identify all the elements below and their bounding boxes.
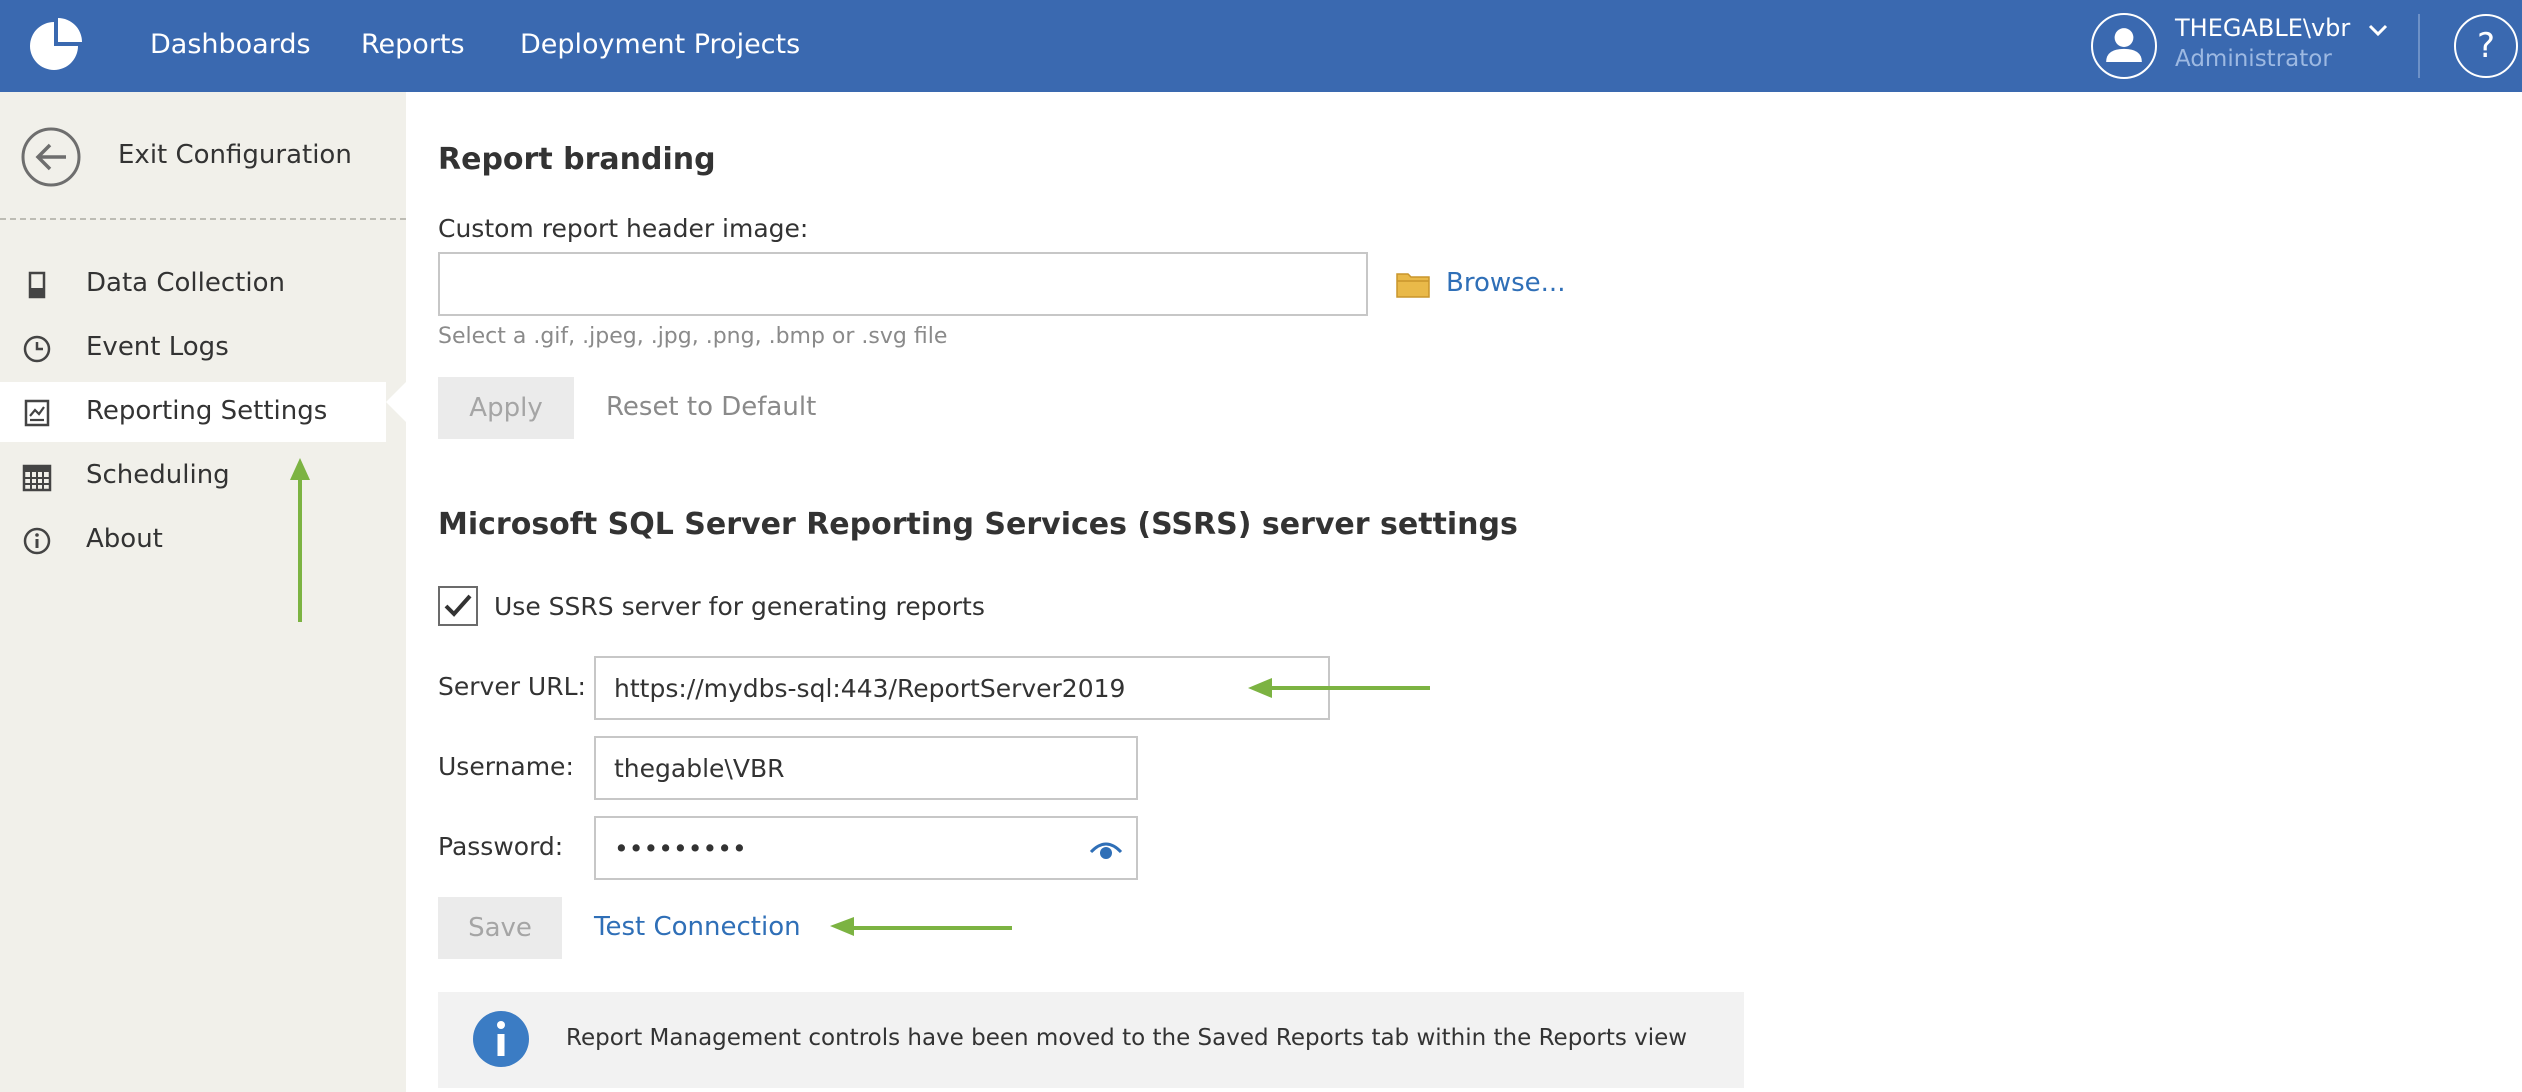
sidebar-item-reporting-settings[interactable]: Reporting Settings: [0, 382, 386, 442]
info-banner: Report Management controls have been mov…: [438, 992, 1744, 1088]
test-connection-link[interactable]: Test Connection: [594, 912, 801, 942]
sidebar-item-data-collection[interactable]: Data Collection: [0, 254, 406, 314]
clock-icon: [23, 335, 51, 363]
sidebar-item-scheduling[interactable]: Scheduling: [0, 446, 406, 506]
sidebar-item-label: About: [86, 524, 163, 554]
apply-button[interactable]: Apply: [438, 377, 574, 439]
file-type-hint: Select a .gif, .jpeg, .jpg, .png, .bmp o…: [438, 324, 948, 349]
help-button[interactable]: ?: [2454, 14, 2518, 78]
exit-configuration-button[interactable]: Exit Configuration: [0, 92, 406, 218]
header-image-label: Custom report header image:: [438, 214, 809, 243]
chevron-down-icon[interactable]: [2366, 18, 2390, 42]
use-ssrs-checkbox[interactable]: [438, 586, 478, 626]
user-name[interactable]: THEGABLE\vbr: [2175, 14, 2350, 42]
pie-chart-icon[interactable]: [24, 16, 84, 76]
sidebar: Exit Configuration Data Collection Event…: [0, 92, 408, 1092]
save-button[interactable]: Save: [438, 897, 562, 959]
active-item-pointer: [386, 380, 408, 424]
sidebar-item-label: Reporting Settings: [86, 396, 328, 426]
info-icon: [23, 527, 51, 555]
sidebar-item-label: Data Collection: [86, 268, 285, 298]
sidebar-item-label: Scheduling: [86, 460, 230, 490]
sidebar-item-event-logs[interactable]: Event Logs: [0, 318, 406, 378]
annotation-arrow: [290, 458, 310, 622]
annotation-arrow: [830, 917, 1012, 936]
nav-dashboards[interactable]: Dashboards: [150, 0, 311, 92]
show-password-icon[interactable]: [1088, 834, 1124, 864]
top-bar: Dashboards Reports Deployment Projects T…: [0, 0, 2522, 92]
info-icon: [473, 1011, 529, 1067]
header-divider: [2418, 14, 2420, 78]
server-icon: [28, 271, 46, 299]
nav-deployment-projects[interactable]: Deployment Projects: [520, 0, 800, 92]
chart-icon: [24, 399, 50, 427]
browse-link[interactable]: Browse...: [1446, 268, 1565, 298]
password-input[interactable]: [594, 816, 1138, 880]
sidebar-item-about[interactable]: About: [0, 510, 406, 570]
annotation-arrow: [1248, 678, 1430, 698]
nav-reports[interactable]: Reports: [361, 0, 465, 92]
back-arrow-icon: [21, 127, 81, 187]
header-image-input[interactable]: [438, 252, 1368, 316]
server-url-input[interactable]: [594, 656, 1330, 720]
sidebar-divider: [0, 218, 406, 220]
info-message: Report Management controls have been mov…: [566, 1025, 1688, 1051]
ssrs-settings-title: Microsoft SQL Server Reporting Services …: [438, 507, 1518, 542]
checkmark-icon: [444, 594, 472, 617]
username-label: Username:: [438, 752, 574, 781]
server-url-label: Server URL:: [438, 672, 586, 701]
folder-icon[interactable]: [1396, 270, 1430, 298]
exit-configuration-label: Exit Configuration: [118, 140, 352, 170]
password-label: Password:: [438, 832, 564, 861]
use-ssrs-label: Use SSRS server for generating reports: [494, 592, 985, 621]
username-input[interactable]: [594, 736, 1138, 800]
sidebar-item-label: Event Logs: [86, 332, 229, 362]
user-role: Administrator: [2175, 46, 2332, 72]
user-icon[interactable]: [2091, 13, 2157, 79]
main-content: Report branding Custom report header ima…: [406, 92, 2522, 1092]
reset-to-default-link[interactable]: Reset to Default: [606, 392, 816, 422]
calendar-icon: [22, 464, 52, 492]
report-branding-title: Report branding: [438, 142, 716, 177]
